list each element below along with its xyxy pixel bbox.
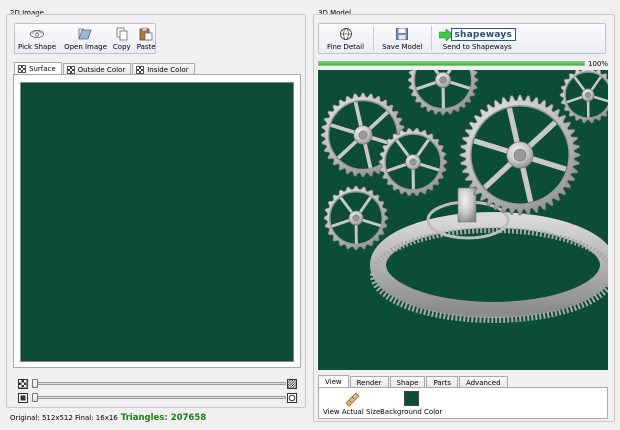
globe-icon [338, 26, 354, 41]
paste-label: Paste [136, 43, 156, 51]
fine-detail-button[interactable]: Fine Detail [319, 24, 372, 53]
shapeways-logo-box: shapeways [450, 28, 517, 41]
ruler-icon [345, 392, 360, 407]
checker-icon [136, 65, 145, 74]
large-right-gear [459, 94, 581, 216]
color-swatch-icon [403, 391, 419, 406]
checker-icon [66, 65, 75, 74]
tab-outside-color-label: Outside Color [77, 65, 126, 74]
smoothing-slider-track[interactable] [32, 396, 286, 399]
toolbar-separator [430, 26, 432, 51]
send-to-shapeways-button[interactable]: shapeways Send to Shapeways [433, 24, 523, 53]
view-actual-size-label: View Actual Size [323, 408, 381, 416]
pick-shape-label: Pick Shape [18, 43, 57, 51]
tab-view-label: View [325, 378, 342, 386]
far-right-gear [559, 70, 608, 124]
view-tab-panel: View Actual Size Background Color [318, 387, 608, 419]
save-model-button[interactable]: Save Model [375, 24, 429, 53]
left-lower-gear [323, 185, 389, 251]
surface-tab-panel [13, 74, 301, 368]
3d-viewport[interactable] [318, 70, 608, 370]
tab-surface-label: Surface [29, 65, 56, 73]
open-image-label: Open Image [64, 43, 107, 51]
copy-label: Copy [112, 43, 131, 51]
copy-icon [114, 26, 130, 41]
progress-label: 100% [588, 60, 609, 68]
smooth-low-icon [18, 393, 28, 403]
status-line: Original: 512x512 Final: 16x16 Triangles… [10, 413, 206, 423]
tab-parts-label: Parts [433, 378, 451, 387]
pick-shape-button[interactable]: Pick Shape [15, 24, 59, 53]
fine-detail-label: Fine Detail [327, 43, 365, 51]
view-actual-size-button[interactable]: View Actual Size [323, 391, 380, 416]
paste-icon [138, 26, 154, 41]
resolution-slider-thumb[interactable] [32, 379, 38, 388]
image-dimensions-text: Original: 512x512 Final: 16x16 [10, 414, 118, 422]
background-color-label: Background Color [380, 408, 443, 416]
gears-model-render [320, 70, 608, 323]
image-canvas[interactable] [20, 82, 294, 362]
send-to-shapeways-label: Send to Shapeways [442, 43, 512, 51]
top-gear [407, 70, 479, 116]
shapeways-logo: shapeways [438, 28, 517, 41]
resolution-slider-track[interactable] [32, 382, 286, 385]
copy-button[interactable]: Copy [110, 24, 134, 53]
tab-render-label: Render [356, 378, 382, 387]
paste-button[interactable]: Paste [134, 24, 159, 53]
triangle-count-text: Triangles: 207658 [120, 413, 207, 423]
open-image-icon [77, 26, 93, 41]
open-image-button[interactable]: Open Image [61, 24, 110, 53]
shapeways-logo-text: shapeways [454, 29, 513, 40]
save-model-label: Save Model [382, 43, 423, 51]
right-toolbar: Fine Detail Save Model shapeways Send to… [318, 23, 606, 54]
center-post [457, 187, 477, 223]
smoothing-slider-thumb[interactable] [32, 393, 38, 402]
tab-inside-color-label: Inside Color [147, 65, 189, 74]
toolbar-separator [373, 26, 375, 51]
background-color-button[interactable]: Background Color [380, 391, 442, 416]
tab-advanced-label: Advanced [465, 378, 501, 387]
checker-small-icon [18, 379, 28, 389]
checker-icon [18, 65, 26, 73]
checker-fine-icon [287, 379, 297, 389]
progress-fill [319, 62, 584, 65]
progress-bar [318, 61, 585, 66]
tab-shape-label: Shape [396, 378, 419, 387]
save-icon [394, 26, 410, 41]
left-toolbar: Pick Shape Open Image Copy Paste [14, 23, 156, 54]
smooth-high-icon [287, 393, 297, 403]
pick-shape-icon [29, 26, 45, 41]
